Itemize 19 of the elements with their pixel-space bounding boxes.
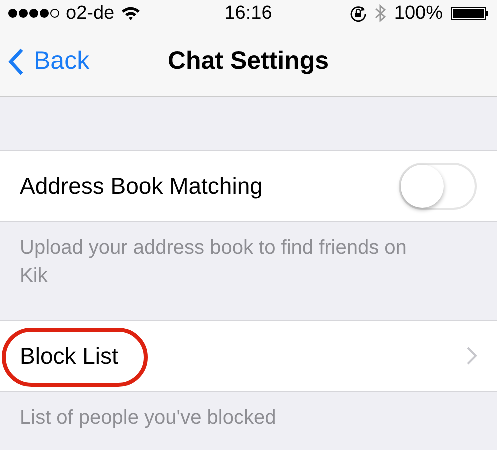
battery-percent: 100% (394, 2, 444, 24)
signal-icon (8, 8, 60, 19)
rotation-lock-icon (350, 5, 368, 22)
battery-icon (451, 7, 490, 20)
back-button[interactable]: Back (0, 47, 90, 76)
bluetooth-icon (375, 4, 386, 23)
carrier-name: o2-de (66, 2, 115, 24)
wifi-icon (120, 6, 141, 21)
screen-title: Chat Settings (168, 47, 330, 75)
toggle-switch[interactable] (399, 162, 477, 210)
settings-row[interactable]: Block List (0, 320, 497, 392)
row-label: Block List (2, 328, 148, 386)
row-label: Address Book Matching (19, 172, 264, 201)
settings-row[interactable]: Address Book Matching (0, 150, 497, 222)
back-chevron-icon (8, 48, 24, 76)
section-footer: List of people you've blocked (0, 392, 497, 432)
clock-time: 16:16 (224, 2, 272, 24)
section-footer: Upload your address book to find friends on Kik (0, 222, 497, 290)
chevron-icon (467, 347, 477, 365)
